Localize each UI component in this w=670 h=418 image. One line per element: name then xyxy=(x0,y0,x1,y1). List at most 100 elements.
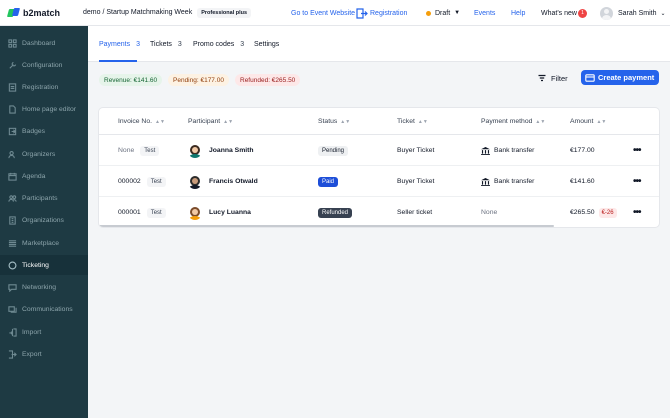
sidebar-item-organizations[interactable]: Organizations xyxy=(0,210,88,230)
column-header-participant[interactable]: Participant ▲▼ xyxy=(188,108,233,135)
revenue-summary-badge: Revenue: €141.60 xyxy=(99,74,163,86)
sidebar-item-networking[interactable]: Networking xyxy=(0,277,88,297)
column-label: Amount xyxy=(570,118,594,125)
logo-text: b2match xyxy=(23,7,61,18)
column-header-ticket[interactable]: Ticket ▲▼ xyxy=(397,108,428,135)
app-logo[interactable]: b2match xyxy=(0,7,88,18)
table-row[interactable]: 000002 Test Francis Otwald Paid Buyer Tic… xyxy=(99,166,659,197)
row-menu-button[interactable]: ••• xyxy=(633,197,641,227)
bank-icon xyxy=(481,146,490,155)
registration-link[interactable]: Registration xyxy=(356,0,407,26)
sidebar-item-import[interactable]: Import xyxy=(0,322,88,342)
tab-count: 3 xyxy=(177,40,182,48)
event-website-link[interactable]: Go to Event Website xyxy=(291,0,355,26)
tab-tickets[interactable]: Tickets 3 xyxy=(150,26,182,62)
sidebar-item-label: Networking xyxy=(22,283,56,291)
sidebar-item-marketplace[interactable]: Marketplace xyxy=(0,233,88,253)
invoice-number: 000001 xyxy=(118,209,141,216)
invoice-number: None xyxy=(118,147,135,154)
payment-card-icon xyxy=(585,73,595,82)
sort-icon: ▲▼ xyxy=(340,118,351,125)
sidebar-item-label: Export xyxy=(22,350,42,358)
avatar xyxy=(188,206,202,220)
main-content: Payments 3 Tickets 3 Promo codes 3 Setti… xyxy=(88,26,670,418)
sort-icon: ▲▼ xyxy=(596,118,607,125)
sidebar-item-participants[interactable]: Participants xyxy=(0,188,88,208)
column-header-payment-method[interactable]: Payment method ▲▼ xyxy=(481,108,545,135)
participant-name[interactable]: Francis Otwald xyxy=(209,178,258,185)
sidebar-item-ticketing[interactable]: Ticketing xyxy=(0,255,88,275)
create-payment-label: Create payment xyxy=(598,73,655,82)
whats-new-button[interactable]: What's new 1 xyxy=(541,0,587,26)
row-menu-button[interactable]: ••• xyxy=(633,135,641,166)
top-bar: b2match demo / Startup Matchmaking Week … xyxy=(0,0,670,26)
participant-name[interactable]: Joanna Smith xyxy=(209,147,254,154)
ticket-name: Seller ticket xyxy=(397,209,433,216)
column-header-status[interactable]: Status ▲▼ xyxy=(318,108,350,135)
breadcrumb: demo / Startup Matchmaking Week xyxy=(83,9,193,16)
sidebar-item-organizers[interactable]: Organizers xyxy=(0,144,88,164)
calendar-icon xyxy=(8,172,17,181)
refund-amount-badge: €-26 xyxy=(598,207,617,218)
column-label: Participant xyxy=(188,118,221,125)
test-tag: Test xyxy=(140,145,160,156)
b2match-logo-icon xyxy=(6,7,21,18)
import-icon xyxy=(8,327,17,337)
status-badge: Pending xyxy=(318,145,349,156)
user-menu[interactable]: Sarah Smith ⌄ xyxy=(600,0,666,26)
sidebar-item-configuration[interactable]: Configuration xyxy=(0,55,88,75)
sidebar-item-communications[interactable]: Communications xyxy=(0,299,88,319)
table-row[interactable]: 000001 Test Lucy Luanna Refunded Seller t… xyxy=(99,197,659,227)
sidebar-item-export[interactable]: Export xyxy=(0,344,88,364)
whats-new-label: What's new xyxy=(541,9,577,17)
plan-badge: Professional plus xyxy=(197,7,252,18)
tab-promo-codes[interactable]: Promo codes 3 xyxy=(193,26,244,62)
participants-icon xyxy=(8,194,17,203)
sort-icon: ▲▼ xyxy=(223,118,234,125)
tabs-bar: Payments 3 Tickets 3 Promo codes 3 Setti… xyxy=(88,26,670,62)
events-link[interactable]: Events xyxy=(474,0,495,26)
avatar xyxy=(188,175,202,189)
tab-settings[interactable]: Settings xyxy=(254,26,279,62)
wrench-icon xyxy=(8,61,17,70)
row-menu-button[interactable]: ••• xyxy=(633,166,641,197)
sort-icon: ▲▼ xyxy=(155,118,165,125)
horizontal-scrollbar[interactable] xyxy=(99,225,554,227)
invoice-number: 000002 xyxy=(118,178,141,185)
sidebar-item-label: Communications xyxy=(22,305,73,313)
sidebar-item-label: Organizations xyxy=(22,216,64,224)
ticket-name: Buyer Ticket xyxy=(397,178,435,185)
sidebar-item-label: Ticketing xyxy=(22,261,49,269)
refunded-summary-badge: Refunded: €265.50 xyxy=(235,74,301,86)
sidebar-item-label: Import xyxy=(22,328,42,336)
sidebar-item-label: Registration xyxy=(22,83,59,91)
building-icon xyxy=(8,215,17,225)
status-badge: Paid xyxy=(318,176,339,187)
test-tag: Test xyxy=(146,207,166,218)
user-name: Sarah Smith xyxy=(618,9,657,17)
chevron-down-icon: ▼ xyxy=(454,10,461,16)
sidebar-item-home-page-editor[interactable]: Home page editor xyxy=(0,99,88,119)
sidebar-item-label: Home page editor xyxy=(22,105,77,113)
participant-name[interactable]: Lucy Luanna xyxy=(209,209,251,216)
tab-payments[interactable]: Payments 3 xyxy=(99,26,140,62)
sidebar: Dashboard Configuration Registration Hom… xyxy=(0,26,88,418)
column-label: Status xyxy=(318,118,338,125)
sidebar-item-label: Organizers xyxy=(22,150,56,158)
column-header-invoice[interactable]: Invoice No. ▲▼ xyxy=(118,108,165,135)
filter-icon xyxy=(538,74,546,82)
tab-count: 3 xyxy=(240,40,245,48)
draft-status-dropdown[interactable]: Draft ▼ xyxy=(426,0,460,26)
sidebar-item-agenda[interactable]: Agenda xyxy=(0,166,88,186)
create-payment-button[interactable]: Create payment xyxy=(581,70,659,85)
column-header-amount[interactable]: Amount ▲▼ xyxy=(570,108,606,135)
filter-button[interactable]: Filter xyxy=(538,71,568,85)
table-row[interactable]: None Test Joanna Smith Pending Buyer Tick… xyxy=(99,135,659,166)
sidebar-item-badges[interactable]: Badges xyxy=(0,121,88,141)
amount: €177.00 xyxy=(570,147,595,154)
payment-method: Bank transfer xyxy=(494,147,535,154)
sidebar-item-dashboard[interactable]: Dashboard xyxy=(0,33,88,53)
help-link[interactable]: Help xyxy=(511,0,525,26)
sidebar-item-registration[interactable]: Registration xyxy=(0,77,88,97)
filter-label: Filter xyxy=(551,73,568,83)
